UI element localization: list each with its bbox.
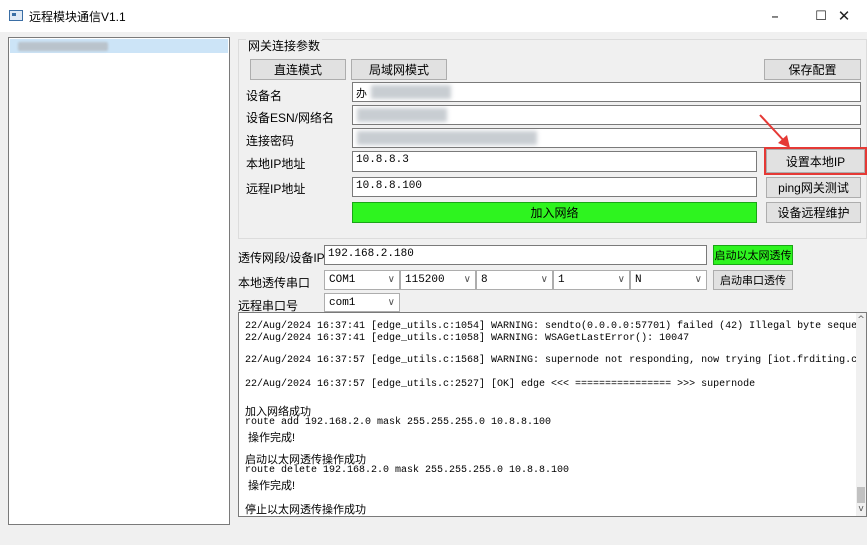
- remote-serial-value: com1: [329, 297, 356, 309]
- log-line: route delete 192.168.2.0 mask 255.255.25…: [245, 465, 570, 476]
- annotation-arrow-icon: [759, 114, 790, 148]
- log-scroll-thumb[interactable]: [857, 487, 865, 503]
- remote-maintain-button[interactable]: 设备远程维护: [766, 202, 861, 223]
- save-config-button[interactable]: 保存配置: [764, 59, 861, 80]
- device-name-input[interactable]: 办: [352, 82, 861, 102]
- lan-mode-button[interactable]: 局域网模式: [351, 59, 447, 80]
- log-line: route add 192.168.2.0 mask 255.255.255.0…: [245, 417, 552, 428]
- local-serial-label: 本地透传串口: [238, 276, 311, 290]
- data-bits-value: 8: [481, 274, 488, 286]
- device-name-label: 设备名: [246, 89, 283, 103]
- log-output[interactable]: 22/Aug/2024 16:37:41 [edge_utils.c:1054]…: [238, 312, 867, 517]
- log-line: 操作完成!: [245, 480, 296, 492]
- redacted-device-name: [18, 42, 108, 51]
- baud-rate-value: 115200: [405, 274, 445, 286]
- scroll-up-icon[interactable]: ^: [856, 315, 866, 325]
- remote-serial-select[interactable]: com1 ∨: [324, 293, 400, 312]
- chevron-down-icon: ∨: [463, 274, 471, 285]
- data-bits-select[interactable]: 8 ∨: [476, 270, 553, 290]
- app-window-icon: [9, 10, 23, 21]
- segment-ip-label: 透传网段/设备IP: [238, 251, 325, 265]
- device-list-selected-item[interactable]: [10, 39, 228, 53]
- chevron-down-icon: ∨: [387, 274, 395, 285]
- log-line: 22/Aug/2024 16:37:57 [edge_utils.c:2527]…: [245, 379, 756, 390]
- chevron-down-icon: ∨: [387, 297, 395, 308]
- ping-gateway-button[interactable]: ping网关测试: [766, 177, 861, 198]
- chevron-down-icon: ∨: [617, 274, 625, 285]
- log-line: 22/Aug/2024 16:37:41 [edge_utils.c:1054]…: [245, 321, 867, 332]
- local-ip-input[interactable]: 10.8.8.3: [352, 151, 757, 172]
- join-network-button[interactable]: 加入网络: [352, 202, 757, 223]
- redacted-password-text: [357, 131, 537, 145]
- start-serial-button[interactable]: 启动串口透传: [713, 270, 793, 290]
- redacted-esn-text: [357, 108, 447, 122]
- redacted-device-name-text: [371, 85, 451, 99]
- device-list[interactable]: [8, 37, 230, 525]
- close-button[interactable]: ✕: [821, 0, 867, 32]
- esn-label: 设备ESN/网络名: [246, 111, 335, 125]
- gateway-params-legend: 网关连接参数: [246, 37, 323, 54]
- log-line: 22/Aug/2024 16:37:41 [edge_utils.c:1058]…: [245, 333, 690, 344]
- log-scrollbar[interactable]: [856, 313, 866, 516]
- chevron-down-icon: ∨: [540, 274, 548, 285]
- log-line: 22/Aug/2024 16:37:57 [edge_utils.c:1568]…: [245, 355, 867, 366]
- scroll-down-icon[interactable]: v: [856, 504, 866, 514]
- annotation-highlight-box: [764, 147, 867, 175]
- log-line: 停止以太网透传操作成功: [245, 504, 366, 516]
- stop-bits-value: 1: [558, 274, 565, 286]
- com-port-select[interactable]: COM1 ∨: [324, 270, 400, 290]
- minimize-button[interactable]: –: [752, 0, 798, 32]
- baud-rate-select[interactable]: 115200 ∨: [400, 270, 476, 290]
- direct-mode-button[interactable]: 直连模式: [250, 59, 346, 80]
- parity-value: N: [635, 274, 642, 286]
- stop-bits-select[interactable]: 1 ∨: [553, 270, 630, 290]
- title-bar: [0, 0, 867, 32]
- start-ethernet-button[interactable]: 启动以太网透传: [713, 245, 793, 265]
- remote-ip-input[interactable]: 10.8.8.100: [352, 177, 757, 197]
- segment-ip-input[interactable]: 192.168.2.180: [324, 245, 707, 265]
- chevron-down-icon: ∨: [694, 274, 702, 285]
- password-label: 连接密码: [246, 134, 295, 148]
- window-title: 远程模块通信V1.1: [29, 10, 126, 24]
- local-ip-label: 本地IP地址: [246, 157, 306, 171]
- com-port-value: COM1: [329, 274, 356, 286]
- remote-ip-label: 远程IP地址: [246, 182, 306, 196]
- parity-select[interactable]: N ∨: [630, 270, 707, 290]
- log-line: 操作完成!: [245, 432, 296, 444]
- device-name-value: 办: [356, 88, 367, 100]
